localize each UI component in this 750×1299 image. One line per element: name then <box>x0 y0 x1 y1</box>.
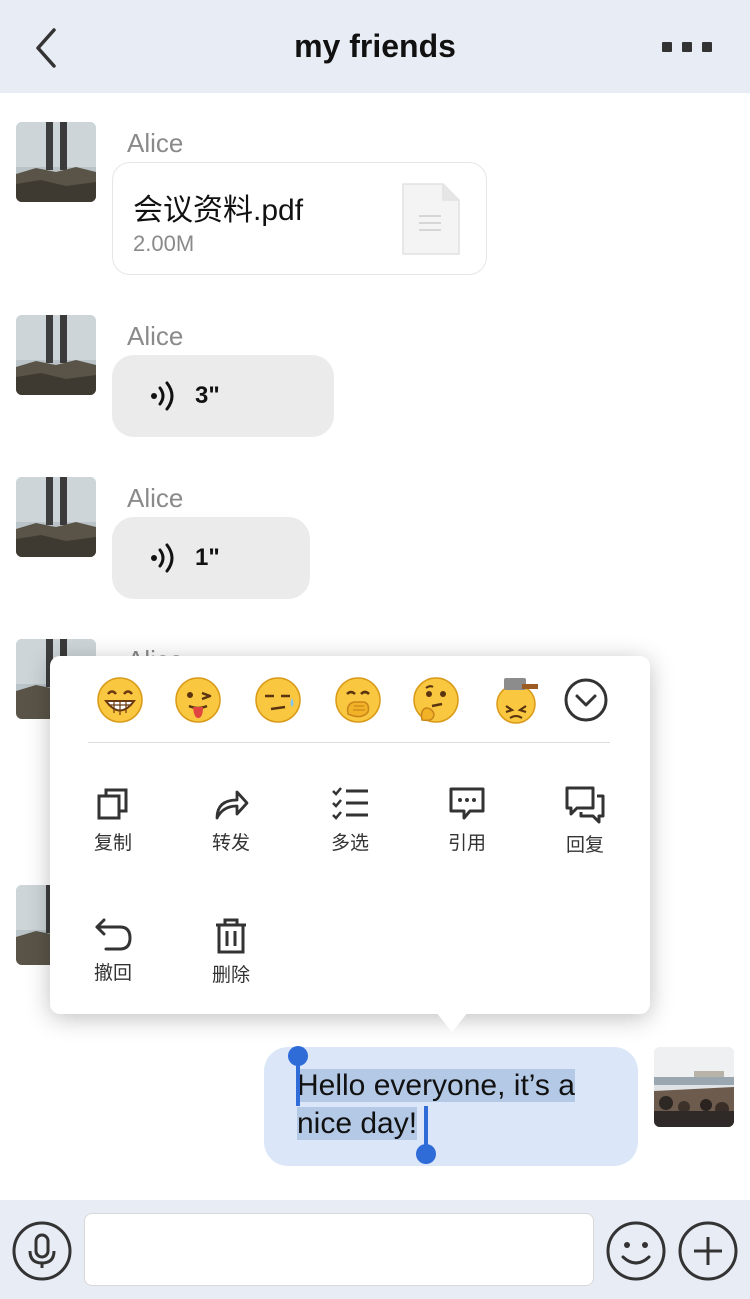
voice-wave-icon <box>151 543 174 573</box>
smiley-icon[interactable] <box>606 1221 666 1281</box>
message-input[interactable] <box>84 1213 594 1286</box>
selection-end-handle[interactable] <box>415 1104 437 1168</box>
quote-icon <box>449 787 485 820</box>
voice-duration: 1" <box>195 544 220 571</box>
file-size: 2.00M <box>133 231 195 256</box>
avatar[interactable] <box>16 315 96 395</box>
multi-select-label: 多选 <box>330 832 369 854</box>
copy-label: 复制 <box>93 832 132 854</box>
forward-label: 转发 <box>211 832 250 854</box>
chevron-down-circle-icon[interactable] <box>562 676 610 724</box>
quote-label: 引用 <box>447 832 486 854</box>
sender-name: Alice <box>127 321 184 351</box>
reply-icon <box>565 786 605 824</box>
selection-start-handle[interactable] <box>287 1046 309 1110</box>
plus-circle-icon[interactable] <box>678 1221 738 1281</box>
hammer-emoji[interactable] <box>492 676 540 724</box>
mic-icon[interactable] <box>12 1221 72 1281</box>
trash-icon <box>216 918 246 954</box>
avatar-image <box>16 315 96 395</box>
voice-message-bubble[interactable]: 1" <box>112 517 310 599</box>
voice-message-bubble[interactable]: 3" <box>112 355 334 437</box>
voice-duration: 3" <box>195 382 220 409</box>
emoji-reaction-row <box>50 656 650 742</box>
recall-icon <box>95 918 132 951</box>
voice-wave-icon <box>151 381 174 411</box>
multi-select-button[interactable]: 多选 <box>310 786 390 855</box>
page-title: my friends <box>294 28 456 64</box>
multi-select-icon <box>332 787 368 820</box>
outgoing-message-bubble[interactable]: Hello everyone, it’s a nice day! <box>264 1047 638 1166</box>
header-bar: my friends <box>0 0 750 93</box>
selected-text-line-2[interactable]: nice day! <box>297 1107 418 1140</box>
file-message-bubble[interactable]: 会议资料.pdf 2.00M <box>112 162 487 275</box>
menu-divider <box>88 742 610 743</box>
avatar-image <box>16 122 96 202</box>
document-icon <box>402 183 460 255</box>
selected-message-text[interactable]: Hello everyone, it’s a nice day! <box>297 1067 617 1143</box>
sweat-emoji[interactable] <box>254 676 302 724</box>
tongue-wink-emoji[interactable] <box>174 676 222 724</box>
delete-button[interactable]: 删除 <box>191 918 271 987</box>
avatar-image <box>16 477 96 557</box>
reply-label: 回复 <box>565 834 604 856</box>
avatar-image <box>654 1047 734 1127</box>
message-context-menu: 复制 转发 多选 引用 回复 撤回 删除 <box>50 656 650 1014</box>
reply-button[interactable]: 回复 <box>545 786 625 857</box>
delete-label: 删除 <box>211 964 250 986</box>
avatar[interactable] <box>16 477 96 557</box>
file-name: 会议资料.pdf <box>133 194 304 227</box>
avatar[interactable] <box>16 122 96 202</box>
forward-icon <box>215 790 249 820</box>
recall-button[interactable]: 撤回 <box>73 918 153 985</box>
more-options-button[interactable] <box>662 42 712 54</box>
hand-over-mouth-emoji[interactable] <box>334 676 382 724</box>
copy-button[interactable]: 复制 <box>73 786 153 855</box>
forward-button[interactable]: 转发 <box>191 786 271 855</box>
selected-text-line-1[interactable]: Hello everyone, it’s a <box>297 1069 575 1102</box>
message-input-bar <box>0 1200 750 1299</box>
sender-name: Alice <box>127 128 184 158</box>
recall-label: 撤回 <box>93 962 132 984</box>
my-avatar[interactable] <box>654 1047 734 1127</box>
grin-emoji[interactable] <box>96 676 144 724</box>
sender-name: Alice <box>127 483 184 513</box>
menu-pointer <box>436 1012 468 1032</box>
copy-icon <box>97 788 128 820</box>
thinking-emoji[interactable] <box>412 676 460 724</box>
quote-button[interactable]: 引用 <box>427 786 507 855</box>
more-dots-icon <box>662 42 672 52</box>
